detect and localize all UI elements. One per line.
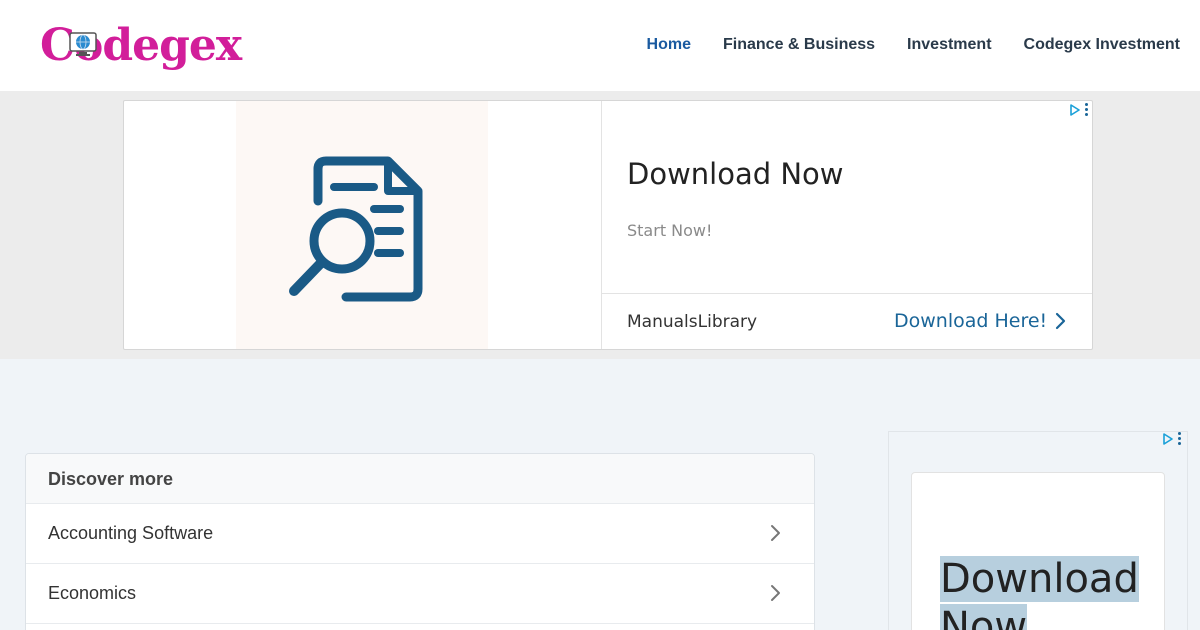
ad-divider-horizontal xyxy=(602,293,1092,294)
discover-item-economics[interactable]: Economics xyxy=(26,564,814,624)
nav-codegex-investment[interactable]: Codegex Investment xyxy=(1024,36,1180,54)
document-search-icon xyxy=(289,156,423,302)
ad-title[interactable]: Download Now xyxy=(627,157,844,191)
discover-heading: Discover more xyxy=(26,454,814,504)
nav-investment[interactable]: Investment xyxy=(907,36,991,54)
chevron-right-icon xyxy=(771,525,780,541)
adchoices-icon xyxy=(1163,432,1173,445)
top-ad[interactable]: Download Now Start Now! ManualsLibrary D… xyxy=(123,100,1093,350)
discover-item-label: Accounting Software xyxy=(48,523,214,543)
site-logo[interactable]: Codegex xyxy=(40,18,250,74)
discover-item-accounting-software[interactable]: Accounting Software xyxy=(26,504,814,564)
ad-subtitle: Start Now! xyxy=(627,221,713,240)
chevron-right-icon xyxy=(1056,312,1066,330)
side-ad-title-line1: Download xyxy=(940,556,1139,602)
nav-finance-business[interactable]: Finance & Business xyxy=(723,36,875,54)
ad-advertiser: ManualsLibrary xyxy=(627,312,758,332)
ad-image[interactable] xyxy=(236,101,488,349)
side-ad[interactable]: Download Now xyxy=(888,431,1188,630)
side-ad-title: Download Now xyxy=(940,555,1139,630)
discover-more-panel: Discover more Accounting Software Econom… xyxy=(25,453,815,630)
globe-monitor-icon xyxy=(69,32,97,56)
side-ad-card[interactable]: Download Now xyxy=(911,472,1165,630)
discover-item-label: Economics xyxy=(48,583,137,603)
more-options-icon xyxy=(1178,432,1181,445)
site-header: Codegex Home Finance & Business Investme… xyxy=(0,0,1200,91)
main-nav: Home Finance & Business Investment Codeg… xyxy=(647,36,1180,54)
ad-cta-label: Download Here! xyxy=(894,310,1048,332)
nav-home[interactable]: Home xyxy=(647,36,691,54)
side-ad-title-line2: Now xyxy=(940,604,1028,630)
adchoices-icon xyxy=(1070,103,1080,116)
more-options-icon xyxy=(1085,103,1088,116)
adchoices-control[interactable] xyxy=(1162,432,1181,445)
ad-download-button[interactable]: Download Here! xyxy=(894,310,1067,332)
top-ad-band: Download Now Start Now! ManualsLibrary D… xyxy=(0,91,1200,359)
chevron-right-icon xyxy=(771,585,780,601)
adchoices-control[interactable] xyxy=(1069,103,1088,116)
ad-divider-vertical xyxy=(601,101,602,349)
